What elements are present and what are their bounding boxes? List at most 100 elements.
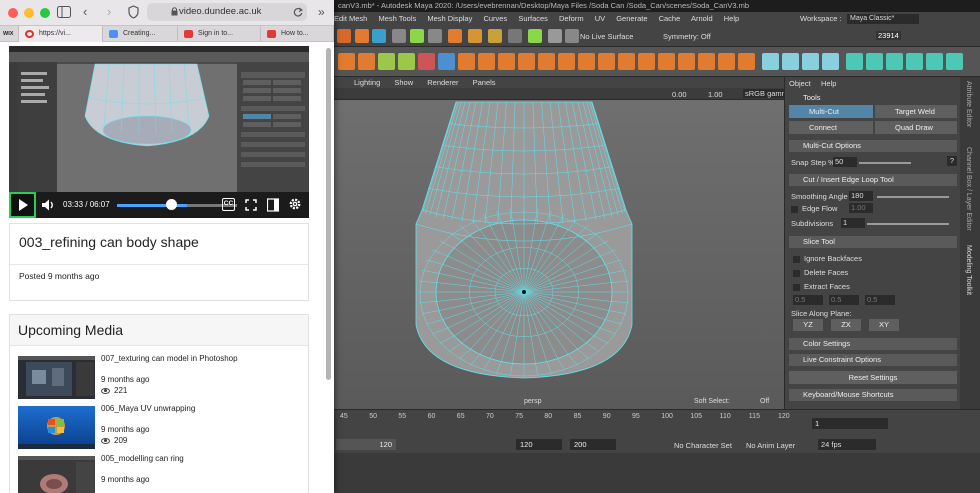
- snap-point-icon[interactable]: [410, 29, 424, 43]
- shelf-cone-icon[interactable]: [926, 53, 943, 70]
- multi-cut-options-header[interactable]: Multi-Cut Options: [789, 140, 957, 152]
- shelf-separate-icon[interactable]: [398, 53, 415, 70]
- shelf-cut-icon[interactable]: [598, 53, 615, 70]
- target-weld-button[interactable]: Target Weld: [875, 105, 957, 118]
- forward-icon[interactable]: ›: [107, 4, 111, 20]
- colorspace-select[interactable]: sRGB gamm: [743, 89, 790, 98]
- snap-grid-icon[interactable]: [372, 29, 386, 43]
- shield-icon[interactable]: [128, 5, 139, 19]
- tab-sign-in[interactable]: Sign in to...: [178, 26, 261, 42]
- media-thumbnail[interactable]: [18, 406, 95, 449]
- vp-menu-lighting[interactable]: Lighting: [354, 78, 380, 87]
- render-icon[interactable]: [448, 29, 462, 43]
- list-item[interactable]: 007_texturing can model in Photoshop 9 m…: [18, 354, 303, 400]
- volume-icon[interactable]: [41, 198, 57, 212]
- menu-generate[interactable]: Generate: [616, 14, 647, 23]
- snap-step-slider[interactable]: [859, 162, 911, 164]
- shortcuts-header[interactable]: Keyboard/Mouse Shortcuts: [789, 389, 957, 401]
- range-start-field[interactable]: 120: [336, 439, 396, 450]
- list-item[interactable]: 005_modelling can ring 9 months ago: [18, 454, 303, 493]
- cut-tool-header[interactable]: Cut / Insert Edge Loop Tool: [789, 174, 957, 186]
- settings-gear-icon[interactable]: [288, 197, 302, 211]
- command-line[interactable]: [334, 453, 980, 493]
- shelf-merge-icon[interactable]: [538, 53, 555, 70]
- live-surface-icon[interactable]: [565, 29, 579, 43]
- shelf-tool-icon[interactable]: [338, 53, 355, 70]
- video-player[interactable]: 03:33 / 06:07 CC: [9, 46, 309, 218]
- anim-end-field[interactable]: 200: [570, 439, 616, 450]
- shelf-sphere-icon[interactable]: [866, 53, 883, 70]
- shelf-bevel-icon[interactable]: [498, 53, 515, 70]
- menu-uv[interactable]: UV: [595, 14, 605, 23]
- extract-faces-option[interactable]: Extract Faces: [793, 282, 961, 291]
- shelf-combine-icon[interactable]: [378, 53, 395, 70]
- shelf-bool-icon[interactable]: [418, 53, 435, 70]
- range-slider[interactable]: [334, 437, 980, 453]
- select-tool-icon[interactable]: [337, 29, 351, 43]
- vp-menu-panels[interactable]: Panels: [473, 78, 496, 87]
- vp-menu-show[interactable]: Show: [394, 78, 413, 87]
- shelf-svg-icon[interactable]: [358, 53, 375, 70]
- shelf-collapse-icon[interactable]: [558, 53, 575, 70]
- shelf-loop-icon[interactable]: [578, 53, 595, 70]
- tab-wix[interactable]: WIX: [0, 26, 19, 42]
- slice-offset-x[interactable]: 0.5: [793, 295, 823, 305]
- menu-deform[interactable]: Deform: [559, 14, 584, 23]
- shelf-target-icon[interactable]: [638, 53, 655, 70]
- vp-menu-renderer[interactable]: Renderer: [427, 78, 458, 87]
- side-panel-icon[interactable]: [267, 198, 279, 212]
- character-set-select[interactable]: No Character Set: [674, 441, 732, 450]
- slice-yz-button[interactable]: YZ: [793, 319, 823, 331]
- svg-tool-icon[interactable]: [355, 29, 369, 43]
- slice-xy-button[interactable]: XY: [869, 319, 899, 331]
- mtk-menu-help[interactable]: Help: [821, 79, 861, 88]
- shelf-layout-icon[interactable]: [698, 53, 715, 70]
- page-scrollbar[interactable]: [325, 44, 332, 493]
- multi-cut-button[interactable]: Multi-Cut: [789, 105, 873, 118]
- ipr-render-icon[interactable]: [468, 29, 482, 43]
- viewport-3d[interactable]: [334, 100, 784, 409]
- camera-icon[interactable]: [548, 29, 562, 43]
- media-title[interactable]: 007_texturing can model in Photoshop: [101, 354, 238, 363]
- slice-tool-header[interactable]: Slice Tool: [789, 236, 957, 248]
- help-button[interactable]: ?: [947, 156, 957, 166]
- play-button[interactable]: [9, 192, 36, 218]
- exposure-field[interactable]: 0.00: [672, 90, 687, 99]
- snap-step-field[interactable]: 50: [833, 157, 857, 167]
- tools-header[interactable]: Tools: [789, 92, 957, 104]
- back-icon[interactable]: ‹: [83, 4, 87, 20]
- video-frame[interactable]: [9, 46, 309, 192]
- media-thumbnail[interactable]: [18, 356, 95, 399]
- list-item[interactable]: 006_Maya UV unwrapping 9 months ago 209: [18, 404, 303, 450]
- video-seek-handle[interactable]: [166, 199, 177, 210]
- smoothing-angle-field[interactable]: 180: [849, 191, 873, 201]
- menu-arnold[interactable]: Arnold: [691, 14, 713, 23]
- workspace-select[interactable]: Maya Classic*: [847, 14, 919, 24]
- shelf-sew-icon[interactable]: [718, 53, 735, 70]
- slice-offset-y[interactable]: 0.5: [829, 295, 859, 305]
- tab-creating[interactable]: Creating...: [103, 26, 178, 42]
- gamma-field[interactable]: 1.00: [708, 90, 723, 99]
- modeling-toolkit-tab[interactable]: Modeling Toolkit: [965, 245, 972, 295]
- channel-box-tab[interactable]: Channel Box / Layer Editor: [965, 147, 972, 231]
- subdivisions-field[interactable]: 1: [841, 218, 865, 228]
- shelf-pinch-icon[interactable]: [822, 53, 839, 70]
- quad-draw-button[interactable]: Quad Draw: [875, 121, 957, 134]
- shelf-cut-uv-icon[interactable]: [738, 53, 755, 70]
- shelf-fill-icon[interactable]: [518, 53, 535, 70]
- show-more-icon[interactable]: »: [318, 4, 325, 20]
- snap-curve-icon[interactable]: [392, 29, 406, 43]
- shelf-cylinder-icon[interactable]: [886, 53, 903, 70]
- edge-flow-option[interactable]: Edge Flow: [791, 204, 851, 213]
- menu-help[interactable]: Help: [724, 14, 739, 23]
- minimize-window-button[interactable]: [24, 8, 34, 18]
- fps-select[interactable]: 24 fps: [818, 439, 876, 450]
- shelf-plane-icon[interactable]: [906, 53, 923, 70]
- ignore-backfaces-option[interactable]: Ignore Backfaces: [793, 254, 961, 263]
- fullscreen-icon[interactable]: [245, 199, 257, 211]
- scrollbar-thumb[interactable]: [326, 48, 331, 380]
- render-settings-icon[interactable]: [488, 29, 502, 43]
- delete-faces-option[interactable]: Delete Faces: [793, 268, 961, 277]
- media-title[interactable]: 005_modelling can ring: [101, 454, 184, 463]
- media-title[interactable]: 006_Maya UV unwrapping: [101, 404, 195, 413]
